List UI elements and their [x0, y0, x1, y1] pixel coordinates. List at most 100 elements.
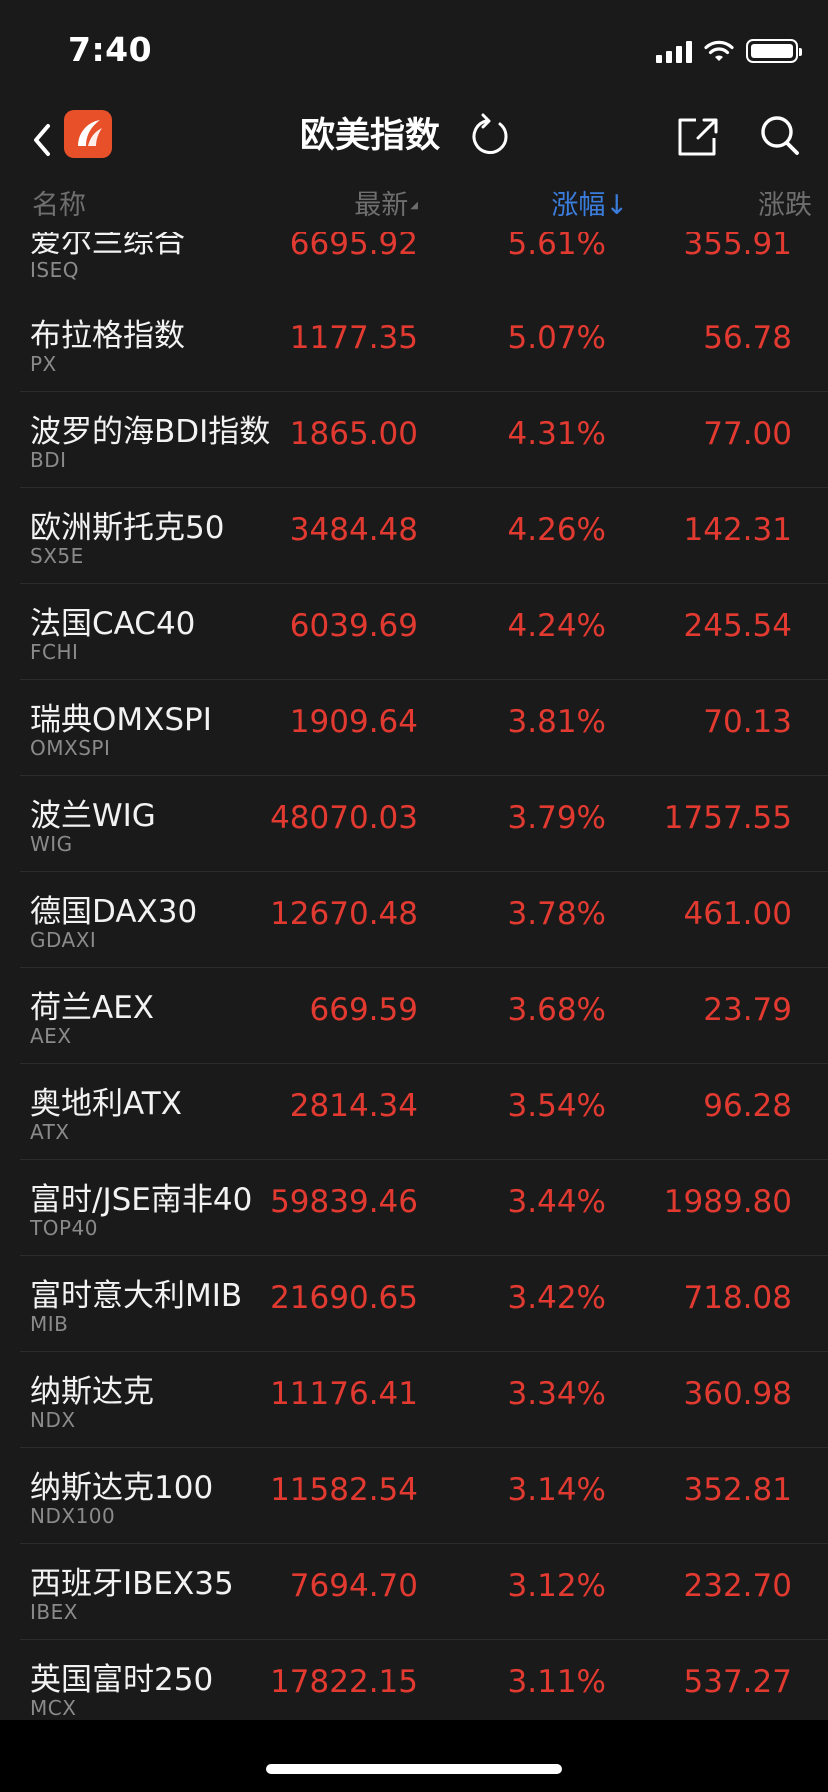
battery-icon — [746, 39, 802, 63]
list-item[interactable]: 波罗的海BDI指数 BDI 1865.00 4.31% 77.00 — [0, 392, 828, 488]
change-value: 70.13 — [703, 704, 792, 740]
change-percent: 3.54% — [507, 1088, 606, 1124]
latest-value: 1177.35 — [289, 320, 418, 356]
index-name: 纳斯达克 — [30, 1374, 154, 1410]
latest-value: 11582.54 — [270, 1472, 418, 1508]
change-percent: 5.61% — [507, 232, 606, 262]
index-code: IBEX — [30, 1600, 78, 1624]
index-code: OMXSPI — [30, 736, 111, 760]
index-list[interactable]: 爱尔兰综合 ISEQ 6695.92 5.61% 355.91 布拉格指数 PX… — [0, 232, 828, 1720]
index-code: MIB — [30, 1312, 69, 1336]
search-icon[interactable] — [756, 110, 804, 162]
home-indicator[interactable] — [266, 1764, 562, 1774]
index-code: TOP40 — [30, 1216, 98, 1240]
column-change-percent[interactable]: 涨幅↓ — [551, 188, 628, 224]
latest-value: 2814.34 — [289, 1088, 418, 1124]
index-code: ISEQ — [30, 258, 79, 282]
change-value: 232.70 — [683, 1568, 792, 1604]
list-item[interactable]: 欧洲斯托克50 SX5E 3484.48 4.26% 142.31 — [0, 488, 828, 584]
index-name: 德国DAX30 — [30, 894, 198, 930]
column-latest[interactable]: 最新 ◢ — [354, 188, 418, 224]
index-code: SX5E — [30, 544, 84, 568]
index-name: 爱尔兰综合 — [30, 232, 185, 260]
list-item[interactable]: 纳斯达克 NDX 11176.41 3.34% 360.98 — [0, 1352, 828, 1448]
list-item[interactable]: 德国DAX30 GDAXI 12670.48 3.78% 461.00 — [0, 872, 828, 968]
list-item[interactable]: 波兰WIG WIG 48070.03 3.79% 1757.55 — [0, 776, 828, 872]
index-code: BDI — [30, 448, 67, 472]
index-name: 英国富时250 — [30, 1662, 214, 1698]
latest-value: 6039.69 — [289, 608, 418, 644]
change-percent: 3.34% — [507, 1376, 606, 1412]
change-percent: 5.07% — [507, 320, 606, 356]
index-code: WIG — [30, 832, 73, 856]
index-code: NDX100 — [30, 1504, 116, 1528]
index-code: NDX — [30, 1408, 76, 1432]
index-name: 富时意大利MIB — [30, 1278, 243, 1314]
latest-value: 17822.15 — [270, 1664, 418, 1700]
page-title: 欧美指数 — [300, 116, 441, 156]
list-item[interactable]: 荷兰AEX AEX 669.59 3.68% 23.79 — [0, 968, 828, 1064]
share-icon[interactable] — [674, 110, 722, 162]
sort-triangle-icon: ◢ — [410, 200, 418, 211]
index-name: 布拉格指数 — [30, 318, 185, 354]
list-item[interactable]: 西班牙IBEX35 IBEX 7694.70 3.12% 232.70 — [0, 1544, 828, 1640]
latest-value: 7694.70 — [289, 1568, 418, 1604]
list-item[interactable]: 英国富时250 MCX 17822.15 3.11% 537.27 — [0, 1640, 828, 1720]
change-value: 718.08 — [683, 1280, 792, 1316]
change-value: 96.28 — [703, 1088, 792, 1124]
refresh-icon[interactable] — [466, 110, 514, 162]
index-code: GDAXI — [30, 928, 97, 952]
change-value: 537.27 — [683, 1664, 792, 1700]
change-value: 77.00 — [703, 416, 792, 452]
index-code: MCX — [30, 1696, 77, 1720]
latest-value: 59839.46 — [270, 1184, 418, 1220]
status-icons — [656, 34, 802, 68]
change-percent: 4.31% — [507, 416, 606, 452]
change-percent: 3.78% — [507, 896, 606, 932]
change-percent: 3.12% — [507, 1568, 606, 1604]
list-item[interactable]: 布拉格指数 PX 1177.35 5.07% 56.78 — [0, 296, 828, 392]
list-item[interactable]: 富时/JSE南非40 TOP40 59839.46 3.44% 1989.80 — [0, 1160, 828, 1256]
index-name: 瑞典OMXSPI — [30, 702, 212, 738]
index-name: 波兰WIG — [30, 798, 156, 834]
column-name[interactable]: 名称 — [32, 188, 86, 224]
change-percent: 3.11% — [507, 1664, 606, 1700]
logo-swoosh-icon — [78, 120, 102, 146]
back-icon[interactable] — [24, 112, 60, 168]
column-change[interactable]: 涨跌 — [758, 188, 812, 224]
list-item[interactable]: 瑞典OMXSPI OMXSPI 1909.64 3.81% 70.13 — [0, 680, 828, 776]
index-code: AEX — [30, 1024, 72, 1048]
column-header: 名称 最新 ◢ 涨幅↓ 涨跌 — [0, 186, 828, 232]
index-code: FCHI — [30, 640, 79, 664]
latest-value: 48070.03 — [270, 800, 418, 836]
latest-value: 6695.92 — [289, 232, 418, 262]
cellular-signal-icon — [656, 39, 692, 63]
change-percent: 4.26% — [507, 512, 606, 548]
list-item[interactable]: 法国CAC40 FCHI 6039.69 4.24% 245.54 — [0, 584, 828, 680]
app-logo-icon[interactable] — [64, 110, 112, 158]
list-item[interactable]: 爱尔兰综合 ISEQ 6695.92 5.61% 355.91 — [0, 232, 828, 298]
list-item[interactable]: 纳斯达克100 NDX100 11582.54 3.14% 352.81 — [0, 1448, 828, 1544]
change-value: 352.81 — [683, 1472, 792, 1508]
change-value: 360.98 — [683, 1376, 792, 1412]
change-percent: 4.24% — [507, 608, 606, 644]
list-item[interactable]: 富时意大利MIB MIB 21690.65 3.42% 718.08 — [0, 1256, 828, 1352]
nav-bar: 欧美指数 — [0, 100, 828, 186]
latest-value: 1909.64 — [289, 704, 418, 740]
change-value: 1989.80 — [663, 1184, 792, 1220]
latest-value: 1865.00 — [289, 416, 418, 452]
index-name: 荷兰AEX — [30, 990, 155, 1026]
list-item[interactable]: 奥地利ATX ATX 2814.34 3.54% 96.28 — [0, 1064, 828, 1160]
latest-value: 3484.48 — [289, 512, 418, 548]
change-value: 355.91 — [683, 232, 792, 262]
change-value: 142.31 — [683, 512, 792, 548]
bottom-bar — [0, 1720, 828, 1792]
index-name: 富时/JSE南非40 — [30, 1182, 253, 1218]
index-code: PX — [30, 352, 57, 376]
index-name: 欧洲斯托克50 — [30, 510, 225, 546]
wifi-icon — [704, 40, 734, 61]
change-value: 1757.55 — [663, 800, 792, 836]
latest-value: 12670.48 — [270, 896, 418, 932]
change-percent: 3.14% — [507, 1472, 606, 1508]
change-percent: 3.68% — [507, 992, 606, 1028]
